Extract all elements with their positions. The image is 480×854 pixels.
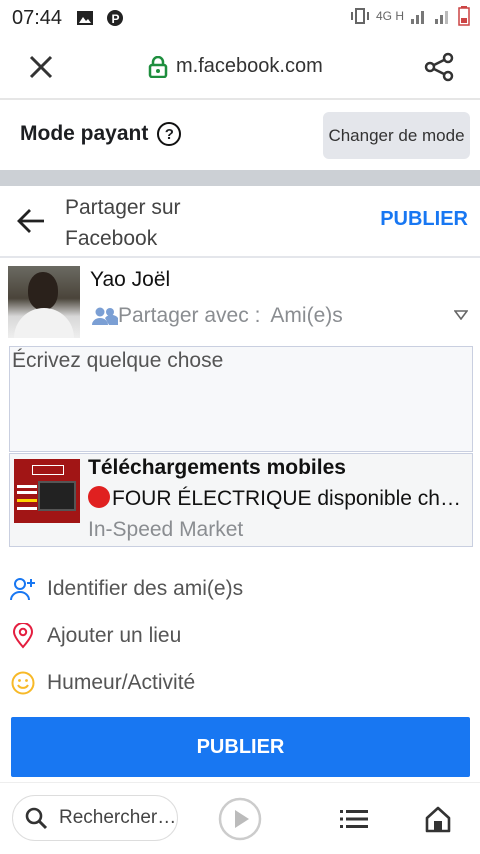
mode-text: Mode payant	[20, 122, 149, 145]
link-thumbnail	[14, 459, 80, 523]
section-separator	[0, 170, 480, 186]
user-row: Yao Joël Partager avec : Ami(e)s	[0, 258, 480, 346]
lock-icon	[148, 55, 168, 78]
link-preview-card[interactable]: Téléchargements mobiles FOUR ÉLECTRIQUE …	[9, 453, 473, 547]
close-icon[interactable]	[28, 54, 54, 80]
post-options: Identifier des ami(e)s Ajouter un lieu H…	[0, 547, 480, 706]
post-text-input[interactable]: Écrivez quelque chose	[9, 346, 473, 452]
vibrate-icon	[350, 8, 369, 24]
composer-placeholder: Écrivez quelque chose	[12, 349, 224, 372]
back-arrow-icon[interactable]	[16, 208, 46, 234]
mode-label: Mode payant ?	[20, 122, 182, 146]
gallery-icon	[77, 11, 94, 25]
privacy-selector[interactable]: Partager avec : Ami(e)s	[92, 304, 343, 328]
option-label: Ajouter un lieu	[47, 623, 182, 647]
browser-url-bar: m.facebook.com	[0, 36, 480, 98]
option-label: Humeur/Activité	[47, 670, 196, 694]
home-icon[interactable]	[424, 805, 452, 833]
location-pin-icon	[10, 622, 36, 649]
option-add-location[interactable]: Ajouter un lieu	[0, 612, 480, 659]
link-description-row: FOUR ÉLECTRIQUE disponible chez In-Speed…	[88, 486, 468, 511]
option-label: Identifier des ami(e)s	[47, 576, 244, 600]
url-display[interactable]: m.facebook.com	[148, 55, 323, 78]
status-icons: 4G H	[350, 6, 470, 26]
link-description: FOUR ÉLECTRIQUE disponible chez In-Speed…	[112, 487, 468, 510]
option-tag-friends[interactable]: Identifier des ami(e)s	[0, 565, 480, 612]
battery-icon	[458, 6, 470, 26]
help-icon[interactable]: ?	[157, 122, 182, 146]
search-icon	[25, 807, 48, 830]
svg-text:P: P	[112, 12, 120, 26]
tabs-list-icon[interactable]	[340, 807, 368, 831]
parking-app-icon: P	[107, 10, 124, 26]
share-header: Partager sur Facebook PUBLIER	[0, 186, 480, 258]
smiley-icon	[10, 670, 36, 696]
friends-icon	[92, 307, 118, 325]
privacy-label: Partager avec :	[118, 304, 261, 327]
publish-link[interactable]: PUBLIER	[380, 208, 468, 231]
avatar	[8, 266, 80, 338]
play-icon[interactable]	[218, 797, 262, 841]
network-type: 4G H	[375, 9, 404, 23]
search-button[interactable]: Rechercher…	[12, 795, 178, 841]
change-mode-button[interactable]: Changer de mode	[323, 112, 470, 159]
link-source: In-Speed Market	[88, 518, 244, 541]
user-name: Yao Joël	[90, 268, 171, 291]
privacy-value: Ami(e)s	[270, 304, 343, 327]
search-label: Rechercher…	[59, 807, 177, 828]
signal-icon	[411, 11, 424, 24]
url-text: m.facebook.com	[176, 55, 323, 77]
share-icon[interactable]	[424, 52, 454, 82]
status-time: 07:44	[12, 6, 63, 29]
chevron-down-icon[interactable]	[454, 310, 468, 320]
status-bar: 07:44 P 4G H	[0, 0, 480, 36]
red-circle-icon	[88, 486, 110, 508]
browser-bottom-bar: Rechercher…	[0, 782, 480, 854]
tag-friends-icon	[10, 576, 36, 602]
mode-bar: Mode payant ? Changer de mode	[0, 100, 480, 170]
option-feeling-activity[interactable]: Humeur/Activité	[0, 659, 480, 706]
link-title: Téléchargements mobiles	[88, 456, 346, 479]
page-title: Partager sur Facebook	[65, 196, 181, 250]
publish-button[interactable]: PUBLIER	[11, 717, 470, 777]
signal-2-icon	[435, 11, 448, 24]
